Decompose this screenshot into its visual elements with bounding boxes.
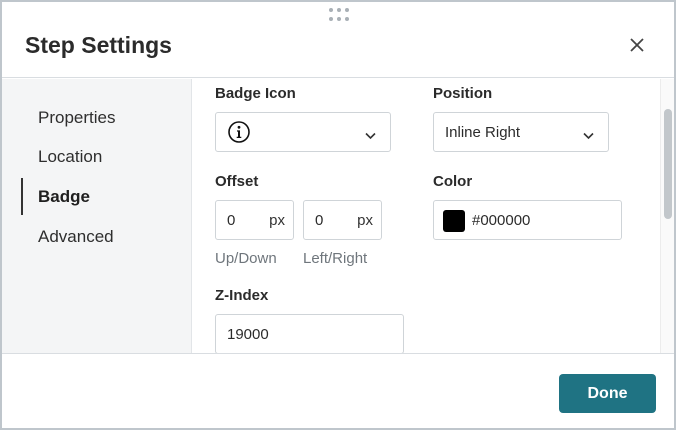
badge-icon-select[interactable] bbox=[215, 112, 391, 152]
color-input[interactable]: #000000 bbox=[433, 200, 622, 240]
offset-left-right-unit: px bbox=[357, 212, 373, 229]
offset-left-right-value: 0 bbox=[315, 212, 324, 229]
done-button[interactable]: Done bbox=[559, 374, 656, 413]
position-select[interactable]: Inline Right bbox=[433, 112, 609, 152]
offset-up-down-caption: Up/Down bbox=[215, 250, 277, 267]
offset-up-down-value: 0 bbox=[227, 212, 236, 229]
dialog-header: Step Settings bbox=[2, 2, 674, 78]
offset-left-right-input[interactable]: 0 px bbox=[303, 200, 382, 240]
badge-settings-panel: Badge Icon Position Inline Right Offset bbox=[192, 79, 660, 353]
color-swatch[interactable] bbox=[443, 210, 465, 232]
sidebar-item-location[interactable]: Location bbox=[38, 147, 102, 167]
offset-left-right-caption: Left/Right bbox=[303, 250, 368, 267]
z-index-label: Z-Index bbox=[215, 287, 269, 304]
scrollbar-thumb[interactable] bbox=[664, 109, 672, 219]
offset-up-down-unit: px bbox=[269, 212, 285, 229]
active-indicator bbox=[21, 178, 23, 215]
color-value: #000000 bbox=[472, 212, 531, 229]
step-settings-dialog: Step Settings Properties Location Badge … bbox=[0, 0, 676, 430]
dialog-footer: Done bbox=[2, 353, 674, 428]
sidebar-item-properties[interactable]: Properties bbox=[38, 108, 115, 128]
position-label: Position bbox=[433, 85, 493, 102]
z-index-value: 19000 bbox=[227, 326, 269, 343]
chevron-down-icon bbox=[365, 127, 376, 144]
z-index-input[interactable]: 19000 bbox=[215, 314, 404, 353]
close-icon[interactable] bbox=[627, 35, 647, 55]
dialog-title: Step Settings bbox=[25, 32, 172, 58]
sidebar-item-badge[interactable]: Badge bbox=[38, 187, 90, 207]
info-circle-icon bbox=[228, 121, 250, 147]
panel-scrollbar[interactable] bbox=[660, 79, 674, 353]
settings-sidebar: Properties Location Badge Advanced bbox=[2, 79, 192, 353]
sidebar-item-advanced[interactable]: Advanced bbox=[38, 227, 114, 247]
offset-label: Offset bbox=[215, 173, 259, 190]
position-value: Inline Right bbox=[445, 124, 521, 141]
chevron-down-icon bbox=[583, 127, 594, 144]
offset-up-down-input[interactable]: 0 px bbox=[215, 200, 294, 240]
color-label: Color bbox=[433, 173, 473, 190]
badge-icon-label: Badge Icon bbox=[215, 85, 296, 102]
